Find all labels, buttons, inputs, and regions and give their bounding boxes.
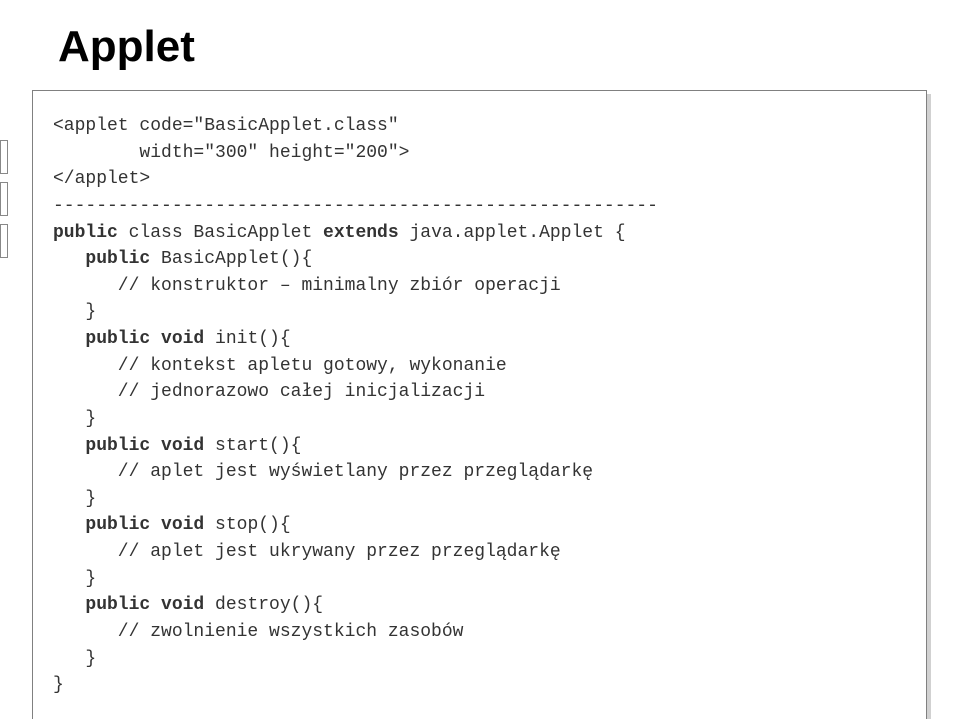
page-title: Applet xyxy=(58,22,927,72)
code-text: java.applet.Applet { xyxy=(399,223,626,243)
code-text: destroy(){ xyxy=(204,595,323,615)
code-line: } xyxy=(53,649,96,669)
code-line: // zwolnienie wszystkich zasobów xyxy=(53,622,463,642)
code-line: </applet> xyxy=(53,169,150,189)
decoration-box xyxy=(0,224,8,258)
slide: Applet <applet code="BasicApplet.class" … xyxy=(0,0,959,719)
code-keyword: public xyxy=(53,249,150,269)
code-block: <applet code="BasicApplet.class" width="… xyxy=(53,113,906,699)
code-line: } xyxy=(53,675,64,695)
decoration-box xyxy=(0,182,8,216)
code-line: <applet code="BasicApplet.class" xyxy=(53,116,399,136)
code-line: } xyxy=(53,489,96,509)
code-text: class BasicApplet xyxy=(118,223,323,243)
code-frame: <applet code="BasicApplet.class" width="… xyxy=(32,90,927,719)
code-line: } xyxy=(53,569,96,589)
code-keyword: public void xyxy=(53,329,204,349)
code-keyword: public void xyxy=(53,595,204,615)
code-text: start(){ xyxy=(204,436,301,456)
code-line: // kontekst apletu gotowy, wykonanie xyxy=(53,356,507,376)
code-line: // jednorazowo całej inicjalizacji xyxy=(53,382,485,402)
code-text: stop(){ xyxy=(204,515,290,535)
code-line: // aplet jest ukrywany przez przeglądark… xyxy=(53,542,561,562)
code-keyword: public xyxy=(53,223,118,243)
code-line: } xyxy=(53,409,96,429)
code-line: // aplet jest wyświetlany przez przegląd… xyxy=(53,462,593,482)
code-keyword: public void xyxy=(53,436,204,456)
code-keyword: public void xyxy=(53,515,204,535)
code-text: init(){ xyxy=(204,329,290,349)
decoration-box xyxy=(0,140,8,174)
code-line: // konstruktor – minimalny zbiór operacj… xyxy=(53,276,561,296)
side-decoration xyxy=(0,140,8,258)
code-line: width="300" height="200"> xyxy=(53,143,409,163)
code-line: } xyxy=(53,302,96,322)
code-keyword: extends xyxy=(323,223,399,243)
code-text: BasicApplet(){ xyxy=(150,249,312,269)
code-line: ----------------------------------------… xyxy=(53,196,658,216)
